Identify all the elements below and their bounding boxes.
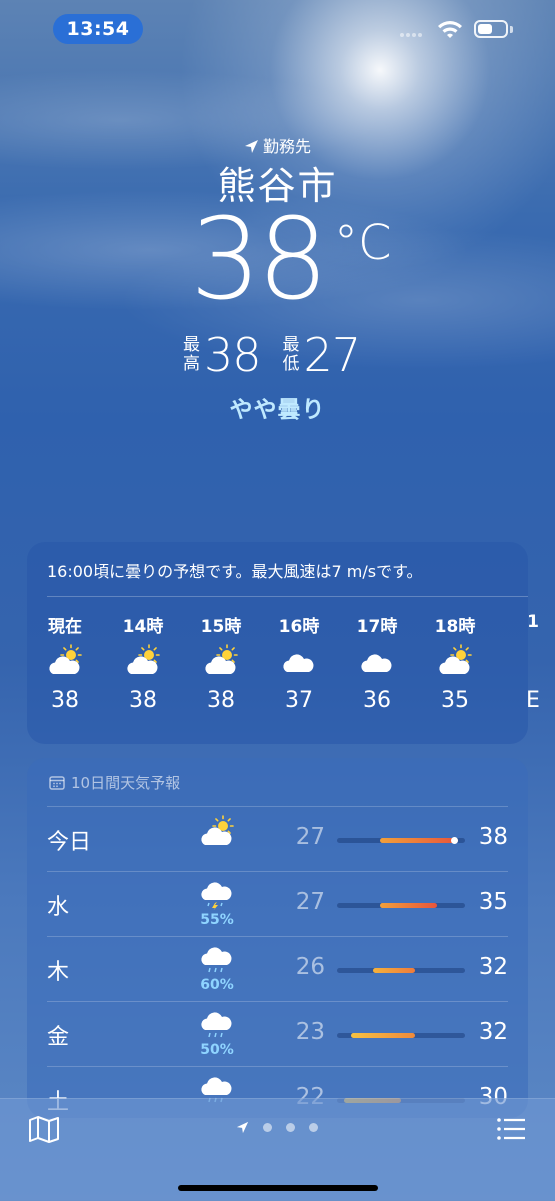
temperature-range-bar bbox=[337, 1033, 465, 1038]
hour-label: 17時 bbox=[356, 617, 398, 637]
hourly-item: 14時 38 bbox=[113, 612, 173, 713]
daily-row[interactable]: 木 60% 26 32 bbox=[47, 936, 508, 1002]
map-icon[interactable] bbox=[28, 1115, 60, 1143]
page-indicator[interactable] bbox=[236, 1121, 318, 1134]
high-label: 最高 bbox=[183, 335, 200, 374]
hour-label: 14時 bbox=[122, 617, 164, 637]
rain-cloud-icon: 60% bbox=[197, 945, 237, 993]
day-high: 32 bbox=[478, 954, 508, 980]
precipitation-chance: 60% bbox=[200, 977, 234, 993]
hour-temperature: 38 bbox=[207, 688, 235, 713]
location-label-text: 勤務先 bbox=[262, 137, 311, 156]
temperature-range-fill bbox=[379, 838, 458, 843]
daily-row[interactable]: 今日 27 38 bbox=[47, 806, 508, 872]
precipitation-chance: 55% bbox=[200, 912, 234, 928]
partly-sunny-icon bbox=[113, 644, 173, 684]
partly-sunny-icon bbox=[425, 644, 485, 684]
rain-cloud-icon: 50% bbox=[197, 1010, 237, 1058]
hourly-summary: 16:00頃に曇りの予想です。最大風速は7 m/sです。 bbox=[47, 562, 423, 581]
partly-sunny-icon bbox=[197, 815, 237, 851]
cloud-icon bbox=[347, 644, 407, 684]
high-temperature: 38 bbox=[204, 328, 262, 382]
hour-label: 15時 bbox=[200, 617, 242, 637]
hourly-item: 16時 37 bbox=[269, 612, 329, 713]
hour-temperature: 38 bbox=[129, 688, 157, 713]
location-arrow-icon bbox=[244, 140, 258, 153]
current-temp-dot bbox=[451, 837, 459, 844]
hourly-forecast-card[interactable]: 16:00頃に曇りの予想です。最大風速は7 m/sです。 現在 38 14時 38 15… bbox=[27, 542, 540, 744]
page-dot[interactable] bbox=[286, 1123, 295, 1132]
bottom-toolbar bbox=[0, 1098, 555, 1201]
hourly-item: 15時 38 bbox=[191, 612, 251, 713]
day-high: 32 bbox=[478, 1019, 508, 1045]
cloud-icon bbox=[269, 644, 329, 684]
temperature-range-bar bbox=[337, 903, 465, 908]
day-name: 今日 bbox=[47, 830, 92, 855]
weather-condition: やや曇り bbox=[229, 397, 326, 423]
hour-label: 18時 bbox=[434, 617, 476, 637]
daily-row[interactable]: 金 50% 23 32 bbox=[47, 1001, 508, 1067]
hour-label: 1 bbox=[527, 612, 539, 632]
list-icon[interactable] bbox=[496, 1117, 526, 1141]
hour-label: 16時 bbox=[278, 617, 320, 637]
current-temperature: 38 bbox=[190, 195, 329, 325]
temperature-range-fill bbox=[379, 903, 437, 908]
daily-row[interactable]: 水 55% 27 35 bbox=[47, 871, 508, 937]
precipitation-chance: 50% bbox=[200, 1042, 234, 1058]
partly-sunny-icon bbox=[35, 644, 95, 684]
status-time: 13:54 bbox=[53, 14, 143, 44]
page-dot[interactable] bbox=[263, 1123, 272, 1132]
calendar-icon bbox=[49, 776, 65, 790]
battery-tip bbox=[510, 26, 513, 33]
high-low: 最高 38 最低 27 bbox=[183, 328, 361, 382]
divider bbox=[47, 596, 528, 597]
wifi-icon bbox=[438, 21, 462, 38]
day-high: 38 bbox=[478, 824, 508, 850]
day-low: 27 bbox=[295, 889, 325, 915]
low-label: 最低 bbox=[282, 335, 300, 374]
thunderstorm-icon: 55% bbox=[197, 880, 237, 928]
home-indicator[interactable] bbox=[178, 1185, 378, 1191]
day-name: 金 bbox=[47, 1025, 70, 1050]
low-temperature: 27 bbox=[303, 328, 362, 382]
hour-temperature: 36 bbox=[363, 688, 391, 713]
hourly-item: 1E bbox=[503, 612, 555, 713]
temperature-range-fill bbox=[351, 1033, 416, 1038]
location-page-icon[interactable] bbox=[236, 1121, 249, 1134]
hourly-item: 17時 36 bbox=[347, 612, 407, 713]
hourly-item: 18時 35 bbox=[425, 612, 485, 713]
page-dot[interactable] bbox=[309, 1123, 318, 1132]
daily-forecast-header: 10日間天気予報 bbox=[49, 772, 180, 793]
daily-forecast-title: 10日間天気予報 bbox=[71, 774, 181, 792]
hour-temperature: 37 bbox=[285, 688, 313, 713]
temperature-unit: °C bbox=[334, 215, 392, 271]
hour-temperature: E bbox=[526, 688, 540, 713]
temperature-range-fill bbox=[372, 968, 416, 973]
partly-sunny-icon bbox=[191, 644, 251, 684]
day-name: 水 bbox=[47, 895, 70, 920]
signal-dots bbox=[400, 22, 424, 37]
battery-icon bbox=[474, 20, 508, 38]
day-high: 35 bbox=[478, 889, 508, 915]
temperature-range-bar bbox=[337, 837, 465, 844]
day-low: 27 bbox=[295, 824, 325, 850]
hour-temperature: 38 bbox=[51, 688, 79, 713]
hourly-item: 現在 38 bbox=[35, 612, 95, 713]
hour-temperature: 35 bbox=[441, 688, 469, 713]
day-low: 23 bbox=[295, 1019, 325, 1045]
hour-label: 現在 bbox=[48, 617, 82, 637]
day-name: 木 bbox=[47, 960, 70, 985]
daily-forecast-card[interactable]: 10日間天気予報 今日2738水55%2735木60%2632金50%2332土… bbox=[27, 758, 528, 1118]
temperature-range-bar bbox=[337, 968, 465, 973]
weather-icon bbox=[503, 644, 555, 684]
day-low: 26 bbox=[295, 954, 325, 980]
location-label: 勤務先 bbox=[0, 133, 555, 157]
